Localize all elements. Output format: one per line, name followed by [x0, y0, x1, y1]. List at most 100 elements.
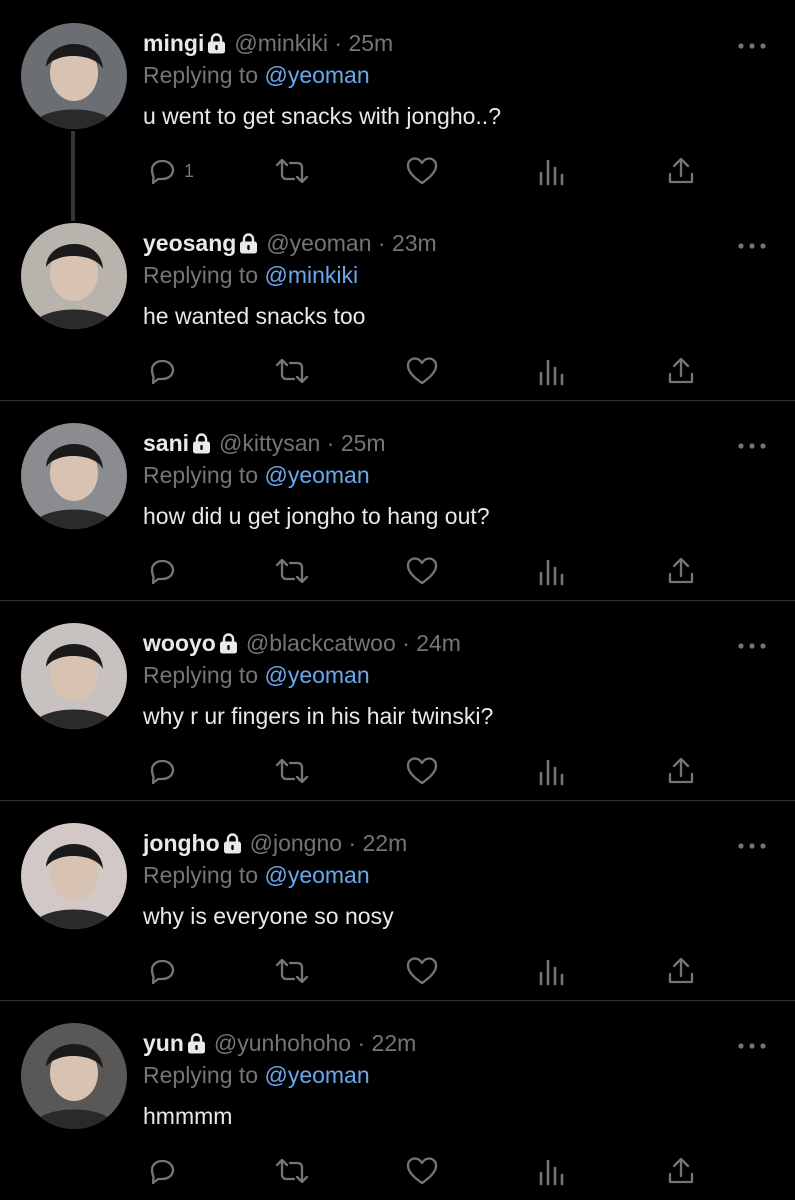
share-button[interactable]	[666, 154, 696, 188]
more-icon[interactable]	[737, 238, 767, 249]
timestamp[interactable]: 25m	[341, 430, 386, 456]
more-icon[interactable]	[737, 38, 767, 49]
avatar[interactable]	[21, 423, 127, 529]
user-handle[interactable]: @blackcatwoo	[246, 630, 396, 656]
separator-dot: ·	[351, 1030, 372, 1056]
like-button[interactable]	[405, 1154, 439, 1188]
tweet[interactable]: yeosang @yeoman · 23m Replying to @minkik…	[0, 200, 795, 401]
heart-icon	[405, 755, 439, 787]
views-button[interactable]	[538, 954, 568, 988]
tweet[interactable]: yun @yunhohoho · 22m Replying to @yeoman …	[0, 1000, 795, 1200]
user-handle[interactable]: @minkiki	[234, 30, 328, 56]
more-icon[interactable]	[737, 438, 767, 449]
avatar[interactable]	[21, 823, 127, 929]
tweet[interactable]: sani @kittysan · 25m Replying to @yeoman …	[0, 400, 795, 601]
action-bar	[0, 954, 795, 988]
like-button[interactable]	[405, 954, 439, 988]
views-button[interactable]	[538, 354, 568, 388]
user-handle[interactable]: @jongno	[250, 830, 342, 856]
replying-to-mention[interactable]: @minkiki	[264, 262, 358, 288]
avatar[interactable]	[21, 623, 127, 729]
user-handle[interactable]: @yeoman	[266, 230, 371, 256]
retweet-icon	[273, 355, 311, 387]
more-icon[interactable]	[737, 1038, 767, 1049]
tweet-text: hmmmm	[143, 1103, 233, 1129]
heart-icon	[405, 355, 439, 387]
display-name[interactable]: mingi	[143, 30, 204, 56]
avatar[interactable]	[21, 1023, 127, 1129]
share-button[interactable]	[666, 354, 696, 388]
more-icon[interactable]	[737, 838, 767, 849]
timestamp[interactable]: 24m	[416, 630, 461, 656]
share-button[interactable]	[666, 954, 696, 988]
tweet-text: why r ur fingers in his hair twinski?	[143, 703, 494, 729]
tweet-header: sani @kittysan · 25m	[143, 428, 386, 461]
tweet[interactable]: mingi @minkiki · 25m Replying to @yeoman …	[0, 0, 795, 221]
views-icon	[538, 755, 568, 787]
display-name[interactable]: yeosang	[143, 230, 236, 256]
like-button[interactable]	[405, 154, 439, 188]
share-icon	[666, 755, 696, 787]
replying-to-mention[interactable]: @yeoman	[264, 62, 369, 88]
user-handle[interactable]: @yunhohoho	[214, 1030, 351, 1056]
share-button[interactable]	[666, 754, 696, 788]
display-name[interactable]: sani	[143, 430, 189, 456]
like-button[interactable]	[405, 354, 439, 388]
reply-button[interactable]: 1	[146, 154, 194, 188]
like-button[interactable]	[405, 554, 439, 588]
retweet-button[interactable]	[273, 554, 311, 588]
retweet-icon	[273, 955, 311, 987]
replying-to-mention[interactable]: @yeoman	[264, 1062, 369, 1088]
retweet-button[interactable]	[273, 154, 311, 188]
action-bar: 1	[0, 154, 795, 188]
display-name[interactable]: jongho	[143, 830, 220, 856]
heart-icon	[405, 155, 439, 187]
views-icon	[538, 955, 568, 987]
like-button[interactable]	[405, 754, 439, 788]
retweet-button[interactable]	[273, 1154, 311, 1188]
share-button[interactable]	[666, 1154, 696, 1188]
lock-icon	[207, 31, 226, 61]
share-button[interactable]	[666, 554, 696, 588]
timestamp[interactable]: 25m	[348, 30, 393, 56]
display-name[interactable]: wooyo	[143, 630, 216, 656]
reply-count: 1	[184, 160, 195, 181]
display-name[interactable]: yun	[143, 1030, 184, 1056]
tweet[interactable]: jongho @jongno · 22m Replying to @yeoman …	[0, 800, 795, 1001]
retweet-button[interactable]	[273, 754, 311, 788]
views-button[interactable]	[538, 1154, 568, 1188]
user-handle[interactable]: @kittysan	[219, 430, 320, 456]
timestamp[interactable]: 22m	[372, 1030, 417, 1056]
replying-to-label: Replying to	[143, 662, 259, 688]
tweet-header: yun @yunhohoho · 22m	[143, 1028, 416, 1061]
share-icon	[666, 1155, 696, 1187]
tweet-header: jongho @jongno · 22m	[143, 828, 407, 861]
replying-to-mention[interactable]: @yeoman	[264, 462, 369, 488]
replying-to-mention[interactable]: @yeoman	[264, 862, 369, 888]
reply-button[interactable]	[146, 1154, 184, 1188]
timestamp[interactable]: 23m	[392, 230, 437, 256]
views-button[interactable]	[538, 154, 568, 188]
retweet-button[interactable]	[273, 954, 311, 988]
reply-button[interactable]	[146, 954, 184, 988]
retweet-button[interactable]	[273, 354, 311, 388]
reply-icon	[146, 955, 178, 987]
reply-button[interactable]	[146, 754, 184, 788]
more-icon[interactable]	[737, 638, 767, 649]
lock-icon	[223, 831, 242, 861]
timestamp[interactable]: 22m	[363, 830, 408, 856]
tweet[interactable]: wooyo @blackcatwoo · 24m Replying to @yeo…	[0, 600, 795, 801]
views-button[interactable]	[538, 754, 568, 788]
separator-dot: ·	[395, 630, 417, 656]
reply-button[interactable]	[146, 554, 184, 588]
tweet-header: yeosang @yeoman · 23m	[143, 228, 437, 261]
avatar[interactable]	[21, 223, 127, 329]
views-icon	[538, 355, 568, 387]
replying-to-mention[interactable]: @yeoman	[264, 662, 369, 688]
reply-button[interactable]	[146, 354, 184, 388]
action-bar	[0, 554, 795, 588]
avatar[interactable]	[21, 23, 127, 129]
action-bar	[0, 754, 795, 788]
views-button[interactable]	[538, 554, 568, 588]
share-icon	[666, 155, 696, 187]
